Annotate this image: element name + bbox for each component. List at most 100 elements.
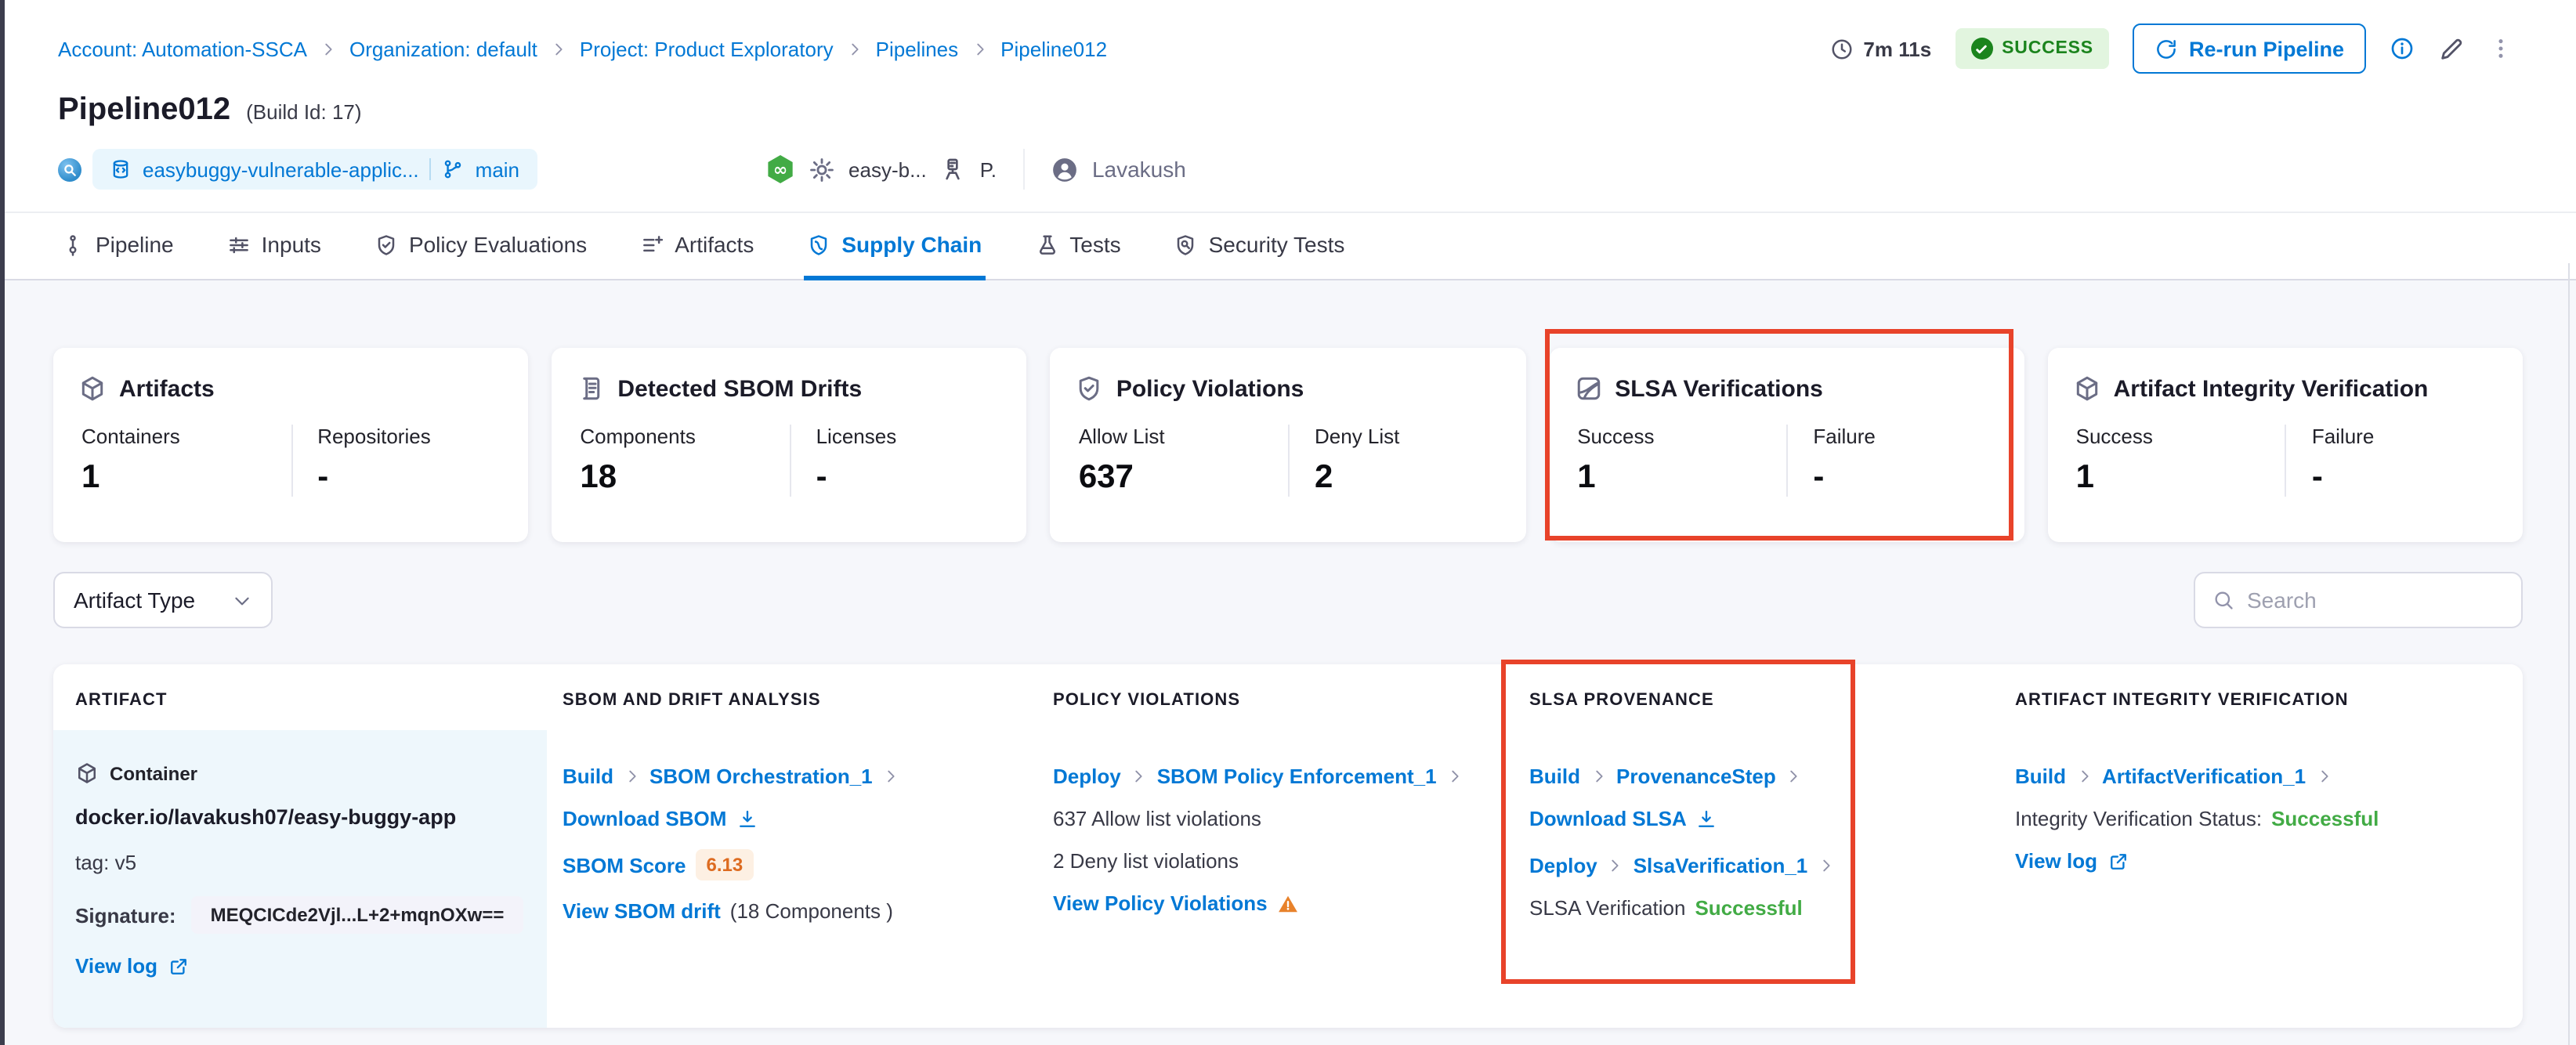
list-plus-icon: [640, 233, 664, 256]
ci-module-icon: ∞: [768, 155, 793, 183]
tab-inputs[interactable]: Inputs: [224, 213, 324, 280]
chevron-right-icon: [1607, 857, 1624, 874]
sbom-score-link[interactable]: SBOM Score: [563, 853, 686, 877]
stat-label: Repositories: [317, 425, 431, 448]
step-link-sbom-policy-enforcement[interactable]: SBOM Policy Enforcement_1: [1157, 765, 1437, 788]
stat-value: 1: [2075, 459, 2094, 495]
stage-link-build[interactable]: Build: [563, 765, 613, 788]
stat-label: Allow List: [1078, 425, 1165, 448]
rerun-pipeline-button[interactable]: Re-run Pipeline: [2132, 24, 2366, 74]
stat-label: Licenses: [816, 425, 897, 448]
stat-label: Failure: [2311, 425, 2375, 448]
card-title: Artifact Integrity Verification: [2113, 375, 2429, 402]
stat-label: Success: [1577, 425, 1655, 448]
tab-artifacts[interactable]: Artifacts: [637, 213, 757, 280]
cell-slsa-provenance: Build ProvenanceStep Download SLSA Deplo…: [1514, 730, 1999, 1028]
table-row: Container docker.io/lavakush07/easy-bugg…: [53, 730, 2523, 1028]
artifact-type-chip: Container: [75, 761, 522, 785]
clock-icon: [1830, 37, 1854, 60]
execution-context: easy-b...: [848, 157, 927, 181]
branch-name[interactable]: main: [476, 157, 519, 181]
kebab-menu-icon: [2488, 36, 2513, 61]
trigger-type-icon: [58, 157, 81, 181]
download-sbom-link[interactable]: Download SBOM: [563, 807, 726, 830]
breadcrumb-pipeline012[interactable]: Pipeline012: [1000, 37, 1107, 60]
search-input[interactable]: [2247, 588, 2504, 613]
card-artifacts: Artifacts Containers 1 Repositories -: [53, 348, 529, 542]
more-options-button[interactable]: [2488, 36, 2513, 61]
info-button[interactable]: [2390, 36, 2415, 61]
external-link-icon: [167, 955, 189, 977]
breadcrumb-pipelines[interactable]: Pipelines: [876, 37, 959, 60]
signature-label: Signature:: [75, 903, 176, 927]
repository-icon: [110, 158, 132, 180]
chevron-right-icon: [1590, 768, 1607, 785]
step-link-provenance-step[interactable]: ProvenanceStep: [1616, 765, 1776, 788]
stat-value: -: [2311, 459, 2323, 495]
card-title: Detected SBOM Drifts: [617, 375, 863, 402]
stat-value: -: [317, 459, 329, 495]
tab-security-tests[interactable]: Security Tests: [1171, 213, 1348, 280]
meta-divider: [1022, 149, 1025, 190]
chevron-right-icon: [1785, 768, 1803, 785]
shield-search-icon: [1174, 233, 1198, 256]
step-link-slsa-verification[interactable]: SlsaVerification_1: [1634, 854, 1808, 877]
column-header-artifact: ARTIFACT: [75, 691, 168, 710]
breadcrumb-account[interactable]: Account: Automation-SSCA: [58, 37, 307, 60]
artifact-type-label: Artifact Type: [74, 588, 196, 613]
download-icon: [736, 808, 758, 830]
step-link-sbom-orchestration[interactable]: SBOM Orchestration_1: [649, 765, 873, 788]
card-policy-violations: Policy Violations Allow List 637 Deny Lis…: [1050, 348, 1526, 542]
stage-link-build[interactable]: Build: [2015, 765, 2066, 788]
integrity-status-value: Successful: [2271, 807, 2379, 830]
stat-value: 637: [1078, 459, 1134, 495]
search-box: [2194, 572, 2523, 628]
stat-value: 18: [580, 459, 617, 495]
cell-artifact-integrity: Build ArtifactVerification_1 Integrity V…: [1999, 730, 2523, 1028]
card-title: Policy Violations: [1116, 375, 1304, 402]
step-link-artifact-verification[interactable]: ArtifactVerification_1: [2102, 765, 2306, 788]
cell-policy-violations: Deploy SBOM Policy Enforcement_1 637 All…: [1037, 730, 1514, 1028]
column-header-slsa: SLSA PROVENANCE: [1529, 691, 1714, 710]
repo-branch-pill[interactable]: easybuggy-vulnerable-applic... main: [92, 149, 537, 190]
page-header: Account: Automation-SSCA Organization: d…: [0, 0, 2576, 213]
tab-pipeline[interactable]: Pipeline: [58, 213, 177, 280]
edit-pipeline-button[interactable]: [2438, 35, 2465, 62]
chevron-right-icon: [1817, 857, 1834, 874]
view-log-link[interactable]: View log: [2015, 849, 2097, 873]
breadcrumb-organization[interactable]: Organization: default: [349, 37, 537, 60]
summary-cards: Artifacts Containers 1 Repositories - Dete…: [53, 329, 2524, 542]
tab-tests[interactable]: Tests: [1032, 213, 1123, 280]
execution-duration: 7m 11s: [1830, 37, 1931, 60]
integrity-cube-icon: [2073, 374, 2101, 403]
artifact-type-select[interactable]: Artifact Type: [53, 572, 273, 628]
stat-label: Success: [2075, 425, 2153, 448]
view-policy-violations-link[interactable]: View Policy Violations: [1053, 891, 1268, 915]
stage-link-deploy[interactable]: Deploy: [1053, 765, 1121, 788]
pill-divider: [429, 158, 432, 180]
sbom-document-icon: [577, 374, 605, 403]
stage-link-build[interactable]: Build: [1529, 765, 1580, 788]
execution-tabs: Pipeline Inputs Policy Evaluations Artif…: [0, 213, 2576, 280]
repo-name[interactable]: easybuggy-vulnerable-applic...: [143, 157, 419, 181]
view-sbom-drift-link[interactable]: View SBOM drift: [563, 899, 721, 923]
flask-icon: [1035, 233, 1058, 256]
slsa-status-label: SLSA Verification: [1529, 896, 1686, 920]
user-name: Lavakush: [1091, 157, 1186, 182]
stat-value: -: [1813, 459, 1825, 495]
tab-policy-evaluations[interactable]: Policy Evaluations: [371, 213, 590, 280]
chevron-down-icon: [232, 590, 252, 610]
delegate-icon: [941, 157, 966, 182]
stage-link-deploy[interactable]: Deploy: [1529, 854, 1597, 877]
card-slsa-verifications: SLSA Verifications Success 1 Failure -: [1544, 329, 2024, 542]
chevron-right-icon: [1446, 768, 1463, 785]
pipeline-icon: [61, 233, 85, 256]
tab-supply-chain[interactable]: Supply Chain: [804, 213, 986, 280]
view-log-link[interactable]: View log: [75, 954, 157, 978]
breadcrumb-project[interactable]: Project: Product Exploratory: [580, 37, 834, 60]
stat-label: Components: [580, 425, 696, 448]
download-slsa-link[interactable]: Download SLSA: [1529, 807, 1687, 830]
page-title: Pipeline012: [58, 92, 231, 127]
artifacts-cube-icon: [78, 374, 107, 403]
git-branch-icon: [443, 158, 465, 180]
